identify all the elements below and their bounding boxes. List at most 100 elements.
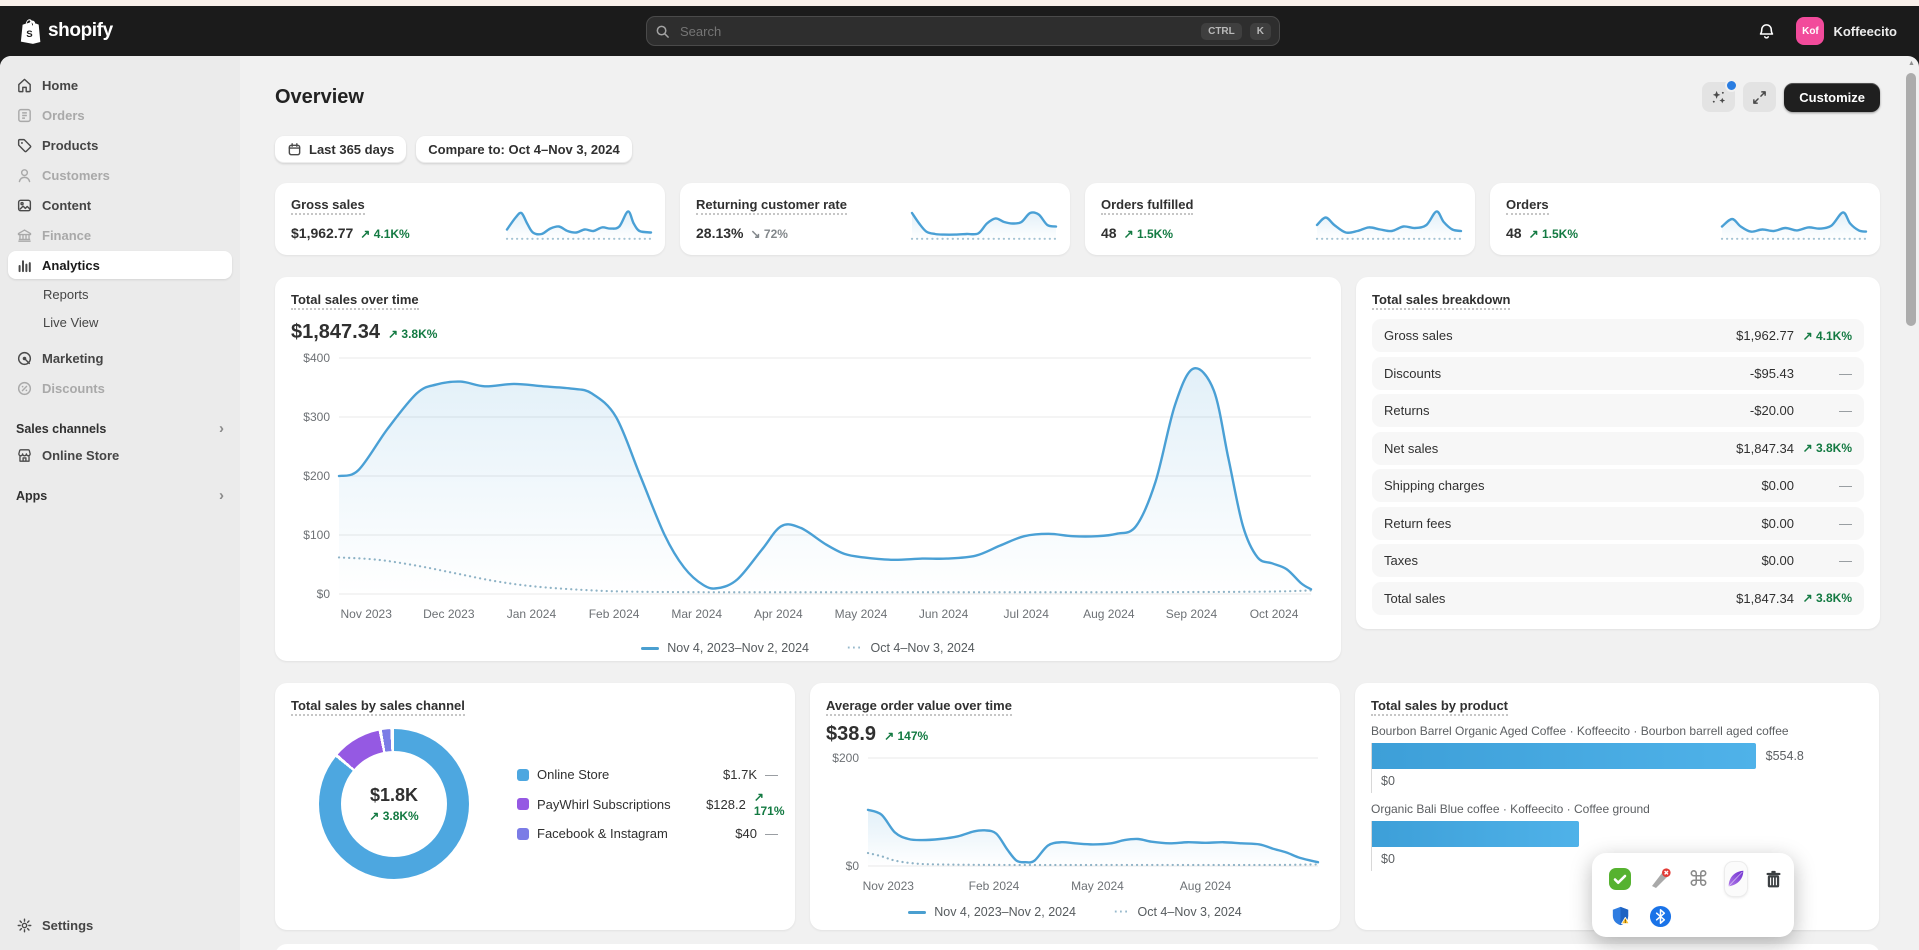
sidebar-item-reports[interactable]: Reports	[8, 281, 232, 307]
home-icon	[16, 77, 33, 94]
legend-swatch	[517, 798, 529, 810]
metric-delta: ↘ 72%	[750, 227, 788, 241]
metric-card-orders[interactable]: Orders 48 ↗ 1.5K%	[1490, 183, 1880, 255]
aov-value: $38.9	[826, 723, 877, 745]
knot-extension-icon[interactable]: ⌘	[1688, 867, 1709, 891]
breakdown-row: Returns -$20.00 —	[1372, 394, 1864, 427]
sidebar-item-content[interactable]: Content	[8, 191, 232, 219]
global-search[interactable]: CTRL K	[646, 16, 1280, 46]
metric-title[interactable]: Gross sales	[291, 197, 365, 215]
svg-text:$400: $400	[303, 351, 330, 365]
sidebar: Home Orders Products Customers Content F…	[0, 56, 240, 950]
product-bar-group: Bourbon Barrel Organic Aged Coffee · Kof…	[1371, 724, 1863, 793]
svg-text:$300: $300	[303, 410, 330, 424]
assistant-button[interactable]	[1702, 79, 1739, 112]
purple-feather-extension-icon[interactable]	[1725, 862, 1747, 896]
svg-text:Dec 2023: Dec 2023	[423, 607, 475, 621]
sales-channels-section[interactable]: Sales channels ›	[16, 421, 224, 436]
green-check-extension-icon[interactable]	[1608, 867, 1632, 891]
shopify-bag-icon: S	[18, 18, 41, 44]
card-title[interactable]: Total sales by sales channel	[291, 698, 465, 716]
gray-tool-red-badge-extension-icon[interactable]	[1648, 867, 1672, 891]
metric-title[interactable]: Orders	[1506, 197, 1549, 215]
customize-button[interactable]: Customize	[1784, 82, 1880, 112]
breakdown-row: Net sales $1,847.34 ↗ 3.8K%	[1372, 431, 1864, 465]
svg-text:Mar 2024: Mar 2024	[671, 607, 722, 621]
notification-dot	[1725, 79, 1739, 92]
metric-value: $1,962.77	[291, 225, 354, 241]
total-sales-breakdown-card: Total sales breakdown Gross sales $1,962…	[1356, 277, 1880, 629]
compare-to-button[interactable]: Compare to: Oct 4–Nov 3, 2024	[416, 136, 632, 163]
breakdown-row: Gross sales $1,962.77 ↗ 4.1K%	[1372, 319, 1864, 352]
svg-text:$200: $200	[832, 751, 859, 765]
svg-text:Feb 2024: Feb 2024	[589, 607, 640, 621]
metric-card-gross-sales[interactable]: Gross sales $1,962.77 ↗ 4.1K%	[275, 183, 665, 255]
metric-delta: ↗ 1.5K%	[1123, 227, 1174, 241]
aov-line-chart: $0 $200 Nov 2023 Feb 2024 May 2024 Aug 2024	[832, 751, 1320, 893]
svg-text:Jan 2024: Jan 2024	[507, 607, 557, 621]
sidebar-item-customers[interactable]: Customers	[8, 161, 232, 189]
metric-value: 28.13%	[696, 225, 744, 241]
svg-text:Feb 2024: Feb 2024	[969, 879, 1020, 893]
notifications-button[interactable]	[1753, 18, 1780, 45]
shopify-admin-analytics: { "icons":{"up":"↗","down":"↘","dash":"—…	[0, 0, 1919, 950]
sidebar-item-settings[interactable]: Settings	[8, 911, 232, 939]
app-frame: Home Orders Products Customers Content F…	[0, 56, 1919, 950]
sidebar-item-discounts[interactable]: Discounts	[8, 374, 232, 402]
bell-icon	[1757, 22, 1776, 41]
trash-extension-icon[interactable]	[1763, 867, 1784, 891]
svg-text:$200: $200	[303, 469, 330, 483]
total-sales-by-channel-card: Total sales by sales channel $1.8K ↗ 3.8…	[275, 683, 795, 930]
donut-total: $1.8K	[369, 785, 419, 805]
product-bar	[1372, 743, 1756, 769]
metric-title[interactable]: Returning customer rate	[696, 197, 847, 215]
sidebar-item-analytics[interactable]: Analytics	[8, 251, 232, 279]
page-scrollbar[interactable]: ▲	[1906, 60, 1917, 948]
fullscreen-button[interactable]	[1743, 82, 1777, 112]
card-title[interactable]: Total sales breakdown	[1372, 292, 1511, 310]
metric-card-orders-fulfilled[interactable]: Orders fulfilled 48 ↗ 1.5K%	[1085, 183, 1475, 255]
metric-title[interactable]: Orders fulfilled	[1101, 197, 1194, 215]
apps-section[interactable]: Apps ›	[16, 488, 224, 503]
chart-legend: Nov 4, 2023–Nov 2, 2024 ··· Oct 4–Nov 3, …	[826, 905, 1324, 919]
shopify-logo[interactable]: S shopify	[18, 18, 113, 44]
media-icon	[16, 197, 33, 214]
ctrl-key-badge: CTRL	[1201, 22, 1242, 40]
metric-card-returning-customer-rate[interactable]: Returning customer rate 28.13% ↘ 72%	[680, 183, 1070, 255]
sidebar-item-marketing[interactable]: Marketing	[8, 344, 232, 372]
channel-donut-chart: $1.8K ↗ 3.8K%	[319, 729, 469, 879]
svg-text:Jun 2024: Jun 2024	[919, 607, 969, 621]
breakdown-row: Discounts -$95.43 —	[1372, 356, 1864, 390]
channel-legend-item: Online Store $1.7K —	[517, 767, 796, 782]
account-menu[interactable]: Kof Koffeecito	[1796, 17, 1897, 45]
scrollbar-up-arrow[interactable]: ▲	[1906, 60, 1917, 67]
shield-warning-extension-icon[interactable]	[1608, 904, 1632, 928]
search-input[interactable]	[678, 22, 1194, 40]
sidebar-item-orders[interactable]: Orders	[8, 101, 232, 129]
discount-icon	[16, 380, 33, 397]
date-range-button[interactable]: Last 365 days	[275, 136, 407, 163]
main-content: Overview Customize Last 365 days Compare…	[240, 56, 1919, 950]
scrollbar-thumb[interactable]	[1906, 73, 1916, 326]
sidebar-item-online-store[interactable]: Online Store	[8, 441, 232, 469]
card-title[interactable]: Average order value over time	[826, 698, 1012, 716]
tag-icon	[16, 137, 33, 154]
sidebar-item-products[interactable]: Products	[8, 131, 232, 159]
card-title[interactable]: Total sales by product	[1371, 698, 1509, 716]
card-title[interactable]: Total sales over time	[291, 292, 419, 310]
metric-delta: ↗ 1.5K%	[1528, 227, 1579, 241]
metric-cards-row: Gross sales $1,962.77 ↗ 4.1K% Returning …	[275, 183, 1880, 255]
sidebar-item-home[interactable]: Home	[8, 71, 232, 99]
svg-text:S: S	[26, 29, 33, 40]
bluetooth-extension-icon[interactable]	[1648, 904, 1672, 928]
svg-text:Aug 2024: Aug 2024	[1180, 879, 1232, 893]
total-sales-value: $1,847.34	[291, 321, 380, 343]
sidebar-item-finance[interactable]: Finance	[8, 221, 232, 249]
bar-chart-icon	[16, 257, 33, 274]
sidebar-item-live-view[interactable]: Live View	[8, 309, 232, 335]
svg-text:Nov 2023: Nov 2023	[341, 607, 393, 621]
svg-text:May 2024: May 2024	[1071, 879, 1124, 893]
svg-text:Aug 2024: Aug 2024	[1083, 607, 1135, 621]
sparkle-icon	[1710, 89, 1727, 106]
svg-text:Nov 2023: Nov 2023	[863, 879, 915, 893]
